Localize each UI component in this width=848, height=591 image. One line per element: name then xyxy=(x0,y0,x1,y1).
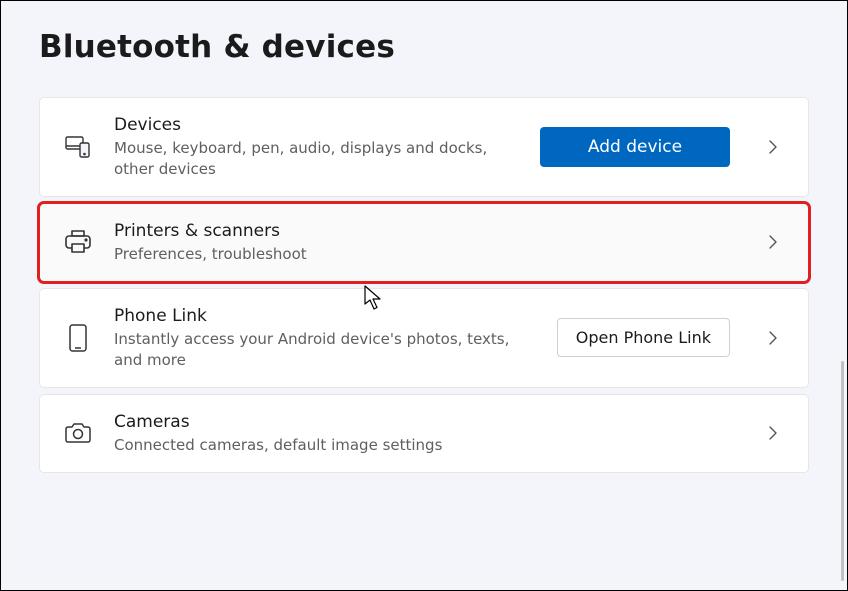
card-title: Cameras xyxy=(114,411,730,434)
camera-icon xyxy=(64,419,92,447)
card-body: Printers & scanners Preferences, trouble… xyxy=(114,220,730,265)
card-title: Phone Link xyxy=(114,305,535,328)
page-title: Bluetooth & devices xyxy=(39,29,809,65)
card-body: Cameras Connected cameras, default image… xyxy=(114,411,730,456)
settings-item-cameras[interactable]: Cameras Connected cameras, default image… xyxy=(39,394,809,473)
devices-icon xyxy=(64,133,92,161)
card-subtitle: Instantly access your Android device's p… xyxy=(114,329,535,371)
card-subtitle: Connected cameras, default image setting… xyxy=(114,435,730,456)
add-device-button[interactable]: Add device xyxy=(540,127,730,167)
card-title: Devices xyxy=(114,114,518,137)
settings-item-devices[interactable]: Devices Mouse, keyboard, pen, audio, dis… xyxy=(39,97,809,197)
chevron-right-icon xyxy=(758,425,788,441)
card-subtitle: Preferences, troubleshoot xyxy=(114,244,730,265)
card-body: Devices Mouse, keyboard, pen, audio, dis… xyxy=(114,114,518,180)
card-subtitle: Mouse, keyboard, pen, audio, displays an… xyxy=(114,138,518,180)
settings-item-phone-link[interactable]: Phone Link Instantly access your Android… xyxy=(39,288,809,388)
chevron-right-icon xyxy=(758,234,788,250)
open-phone-link-button[interactable]: Open Phone Link xyxy=(557,318,730,357)
scrollbar[interactable] xyxy=(841,361,844,581)
card-body: Phone Link Instantly access your Android… xyxy=(114,305,535,371)
chevron-right-icon xyxy=(758,139,788,155)
printer-icon xyxy=(64,228,92,256)
phone-icon xyxy=(64,324,92,352)
settings-item-printers-scanners[interactable]: Printers & scanners Preferences, trouble… xyxy=(39,203,809,282)
chevron-right-icon xyxy=(758,330,788,346)
card-title: Printers & scanners xyxy=(114,220,730,243)
